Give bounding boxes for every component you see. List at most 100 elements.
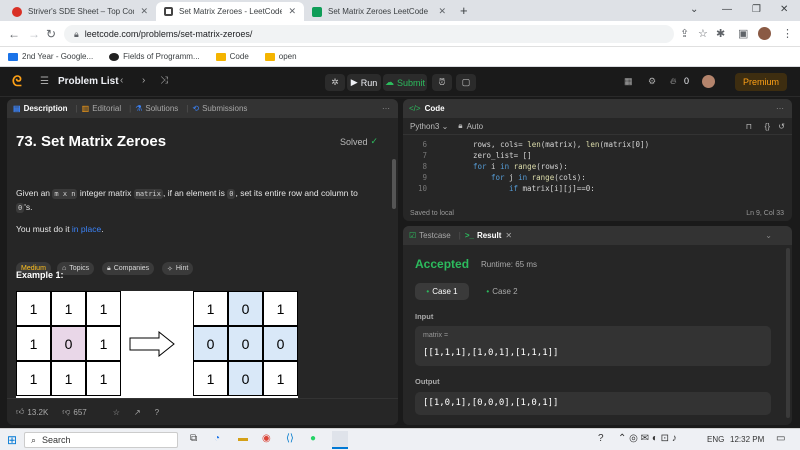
avatar[interactable] [702, 75, 715, 88]
chrome-active-icon[interactable] [332, 431, 348, 449]
run-button[interactable]: ▶ Run [347, 74, 381, 91]
forward-icon[interactable]: → [28, 27, 40, 41]
clock[interactable]: 12:32 PM [730, 435, 764, 444]
browser-tab-striver[interactable]: Striver's SDE Sheet – Top Coding ✕ [4, 2, 156, 21]
note-icon: ▢ [461, 77, 471, 87]
help-icon[interactable]: ? [598, 433, 604, 444]
page-title: 73. Set Matrix Zeroes [16, 133, 167, 150]
layout-icon[interactable]: ▦ [624, 76, 633, 87]
code-line[interactable]: 8 for i in range(rows): [403, 161, 792, 172]
extensions-icon[interactable]: ✱ [716, 27, 725, 40]
next-problem-icon[interactable]: › [142, 75, 145, 86]
chrome-icon[interactable]: ◉ [262, 433, 271, 444]
minimize-icon[interactable]: — [722, 4, 732, 15]
timer-button[interactable]: ⏰︎ [432, 74, 452, 91]
notes-button[interactable]: ▢ [456, 74, 476, 91]
scrollbar[interactable] [392, 159, 396, 209]
case-2-tab[interactable]: • Case 2 [475, 283, 529, 300]
browser-tab-leetcode[interactable]: Set Matrix Zeroes - LeetCode ✕ [156, 2, 304, 21]
scrollbar[interactable] [786, 248, 790, 418]
code-editor[interactable]: 6 rows, cols= len(matrix), len(matrix[0])… [403, 139, 792, 201]
share-icon[interactable]: ⇪ [680, 27, 689, 40]
sidepanel-icon[interactable]: ▣ [738, 27, 748, 40]
edge-icon[interactable]: ◔ [214, 433, 220, 444]
dislike-button[interactable]: 👎︎ 657 [62, 407, 86, 417]
language-select[interactable]: Python3 ⌄ [410, 122, 448, 131]
code-line[interactable]: 7 zero_list= [] [403, 150, 792, 161]
in-place-link[interactable]: in place [72, 224, 101, 234]
gear-icon[interactable]: ⚙ [648, 76, 656, 87]
close-icon[interactable]: ✕ [505, 231, 512, 240]
task-view-icon[interactable]: ⧉ [190, 433, 197, 444]
case-1-tab[interactable]: • Case 1 [415, 283, 469, 300]
tray-icons[interactable]: ⌃ ◎ ✉ ◐ ⊡ ♪ [618, 433, 677, 444]
tab-editorial[interactable]: ▥ Editorial [82, 104, 121, 113]
help-icon[interactable]: ? [155, 408, 159, 417]
debug-button[interactable]: ✲ [325, 74, 345, 91]
close-icon[interactable]: ✕ [288, 6, 296, 17]
lock-icon: 🔒︎ [107, 264, 111, 272]
history-icon: ⟲ [192, 104, 200, 113]
reset-icon[interactable]: ↺ [778, 122, 785, 131]
url-input[interactable]: 🔒︎ leetcode.com/problems/set-matrix-zero… [64, 25, 674, 43]
shuffle-icon[interactable]: ⤨ [160, 75, 168, 86]
code-line[interactable]: 6 rows, cols= len(matrix), len(matrix[0]) [403, 139, 792, 150]
language-indicator[interactable]: ENG [707, 435, 724, 444]
prev-problem-icon[interactable]: ‹ [120, 75, 123, 86]
code-text: if matrix[i][j]==0: [509, 184, 595, 193]
streak-count: 0 [684, 76, 690, 86]
more-icon[interactable]: ⋯ [776, 104, 784, 113]
code-line[interactable]: 9 for j in range(cols): [403, 172, 792, 183]
share-icon[interactable]: ↗ [134, 408, 141, 417]
companies-chip[interactable]: 🔒︎ Companies [102, 262, 155, 275]
explorer-icon[interactable]: ▬ [238, 433, 248, 444]
line-number: 7 [422, 151, 427, 160]
taskbar-search[interactable]: ⌕ Search [24, 432, 178, 448]
whatsapp-icon[interactable]: ● [310, 433, 316, 444]
fire-icon[interactable]: 🔥︎ [670, 76, 677, 87]
vscode-icon[interactable]: ⟨⟩ [286, 433, 294, 444]
site-icon [109, 52, 120, 61]
reload-icon[interactable]: ↻ [46, 27, 56, 41]
tab-result[interactable]: >_ Result ✕ [465, 231, 512, 240]
bookmark-code[interactable]: Code [215, 52, 249, 61]
code-line[interactable]: 10 if matrix[i][j]==0: [403, 183, 792, 194]
tab-solutions[interactable]: ⚗ Solutions [135, 104, 178, 113]
back-icon[interactable]: ← [8, 27, 20, 41]
braces-icon[interactable]: {} [765, 122, 770, 131]
notification-icon[interactable]: ▭ [776, 433, 785, 444]
profile-avatar[interactable] [758, 27, 771, 40]
restore-icon[interactable]: ❐ [752, 4, 761, 15]
like-button[interactable]: 👍︎ 13.2K [16, 407, 48, 417]
close-icon[interactable]: ✕ [438, 6, 446, 17]
bookmark-google[interactable]: 2nd Year - Google... [8, 52, 93, 61]
windows-start-icon[interactable]: ⊞ [7, 433, 17, 447]
check-circle-icon: ✓ [370, 136, 379, 146]
auto-toggle[interactable]: Auto [467, 122, 483, 131]
problem-list-link[interactable]: Problem List [58, 76, 119, 87]
tab-description[interactable]: ▤ Description [13, 104, 68, 113]
close-icon[interactable]: ✕ [140, 6, 148, 17]
line-number: 10 [417, 184, 427, 193]
menu-icon[interactable]: ⋮ [782, 27, 793, 40]
new-tab-icon[interactable]: + [460, 3, 468, 18]
submit-button[interactable]: ☁ Submit [383, 74, 427, 91]
leetcode-logo-icon[interactable]: ᘓ [12, 73, 22, 90]
premium-button[interactable]: Premium [735, 73, 787, 91]
code-text: for i in range(rows): [473, 162, 568, 171]
more-icon[interactable]: ⋯ [382, 104, 390, 113]
tab-search-icon[interactable]: ⌄ [690, 4, 698, 15]
bookmark-open[interactable]: open [264, 52, 297, 61]
collapse-icon[interactable]: ⌄ [765, 231, 772, 240]
bookmark-icon[interactable]: ⊓ [746, 122, 752, 131]
star-icon[interactable]: ☆ [698, 27, 708, 40]
bookmark-fields[interactable]: Fields of Programm... [109, 52, 200, 61]
window-close-icon[interactable]: ✕ [780, 4, 788, 15]
star-icon[interactable]: ☆ [113, 408, 120, 417]
tab-submissions[interactable]: ⟲ Submissions [192, 104, 247, 113]
tab-testcase[interactable]: ☑ Testcase [409, 231, 451, 240]
in-cell: 1 [16, 361, 51, 396]
browser-tab-web[interactable]: Set Matrix Zeroes LeetCode ✕ [304, 2, 454, 21]
hint-chip[interactable]: ✧ Hint [162, 262, 194, 275]
bookmarks-bar: 2nd Year - Google... Fields of Programm.… [0, 47, 800, 67]
